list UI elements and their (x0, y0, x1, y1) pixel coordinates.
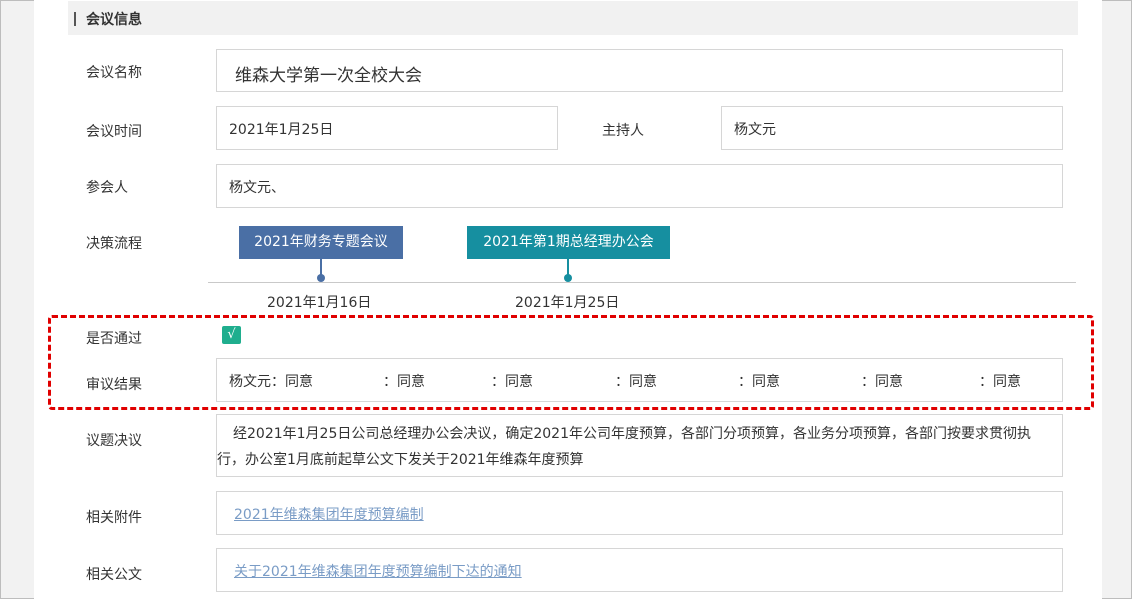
section-title: 会议信息 (86, 12, 142, 28)
attachments-label: 相关附件 (86, 510, 142, 526)
decision-label: 议题决议 (86, 433, 142, 449)
timeline-node-1[interactable]: 2021年财务专题会议 (239, 226, 403, 259)
host-value: 杨文元 (734, 122, 776, 138)
documents-field: 关于2021年维森集团年度预算编制下达的通知 (216, 548, 1063, 592)
meeting-name-label: 会议名称 (86, 65, 142, 81)
section-header: 会议信息 (68, 1, 1078, 35)
attendees-value: 杨文元、 (229, 180, 285, 196)
meeting-time-label: 会议时间 (86, 124, 142, 140)
host-label: 主持人 (602, 123, 644, 139)
meeting-name-field[interactable]: 维森大学第一次全校大会 (216, 49, 1063, 92)
timeline-dot-1 (317, 274, 325, 282)
process-label: 决策流程 (86, 236, 142, 252)
meeting-time-field[interactable]: 2021年1月25日 (216, 106, 558, 150)
document-link[interactable]: 关于2021年维森集团年度预算编制下达的通知 (234, 561, 522, 581)
section-bar (74, 12, 76, 26)
attendees-label: 参会人 (86, 180, 128, 196)
highlight-annotation (48, 315, 1094, 410)
meeting-name-value: 维森大学第一次全校大会 (235, 66, 422, 86)
decision-field: 经2021年1月25日公司总经理办公会决议，确定2021年公司年度预算，各部门分… (216, 414, 1063, 477)
timeline-dot-2 (564, 274, 572, 282)
host-field[interactable]: 杨文元 (721, 106, 1063, 150)
attachments-field: 2021年维森集团年度预算编制 (216, 491, 1063, 535)
timeline-line (208, 282, 1076, 283)
decision-text: 经2021年1月25日公司总经理办公会决议，确定2021年公司年度预算，各部门分… (217, 426, 1031, 468)
timeline-date-2: 2021年1月25日 (515, 295, 620, 311)
attachment-link[interactable]: 2021年维森集团年度预算编制 (234, 504, 424, 524)
meeting-time-value: 2021年1月25日 (229, 122, 334, 138)
timeline-date-1: 2021年1月16日 (267, 295, 372, 311)
documents-label: 相关公文 (86, 567, 142, 583)
attendees-field[interactable]: 杨文元、 (216, 164, 1063, 208)
timeline-node-2[interactable]: 2021年第1期总经理办公会 (467, 226, 670, 259)
